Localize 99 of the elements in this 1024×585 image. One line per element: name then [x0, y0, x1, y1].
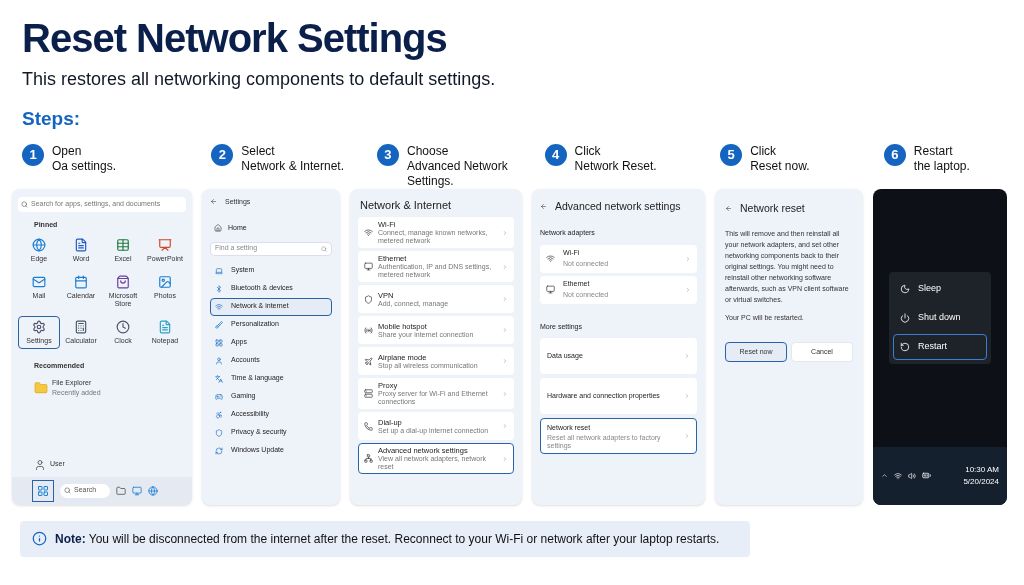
windows-icon	[37, 484, 49, 497]
step-text: Oa settings.	[52, 158, 117, 174]
step-text: Network Reset.	[574, 158, 657, 174]
chevron-icon	[685, 255, 691, 262]
power-option[interactable]: Shut down	[893, 304, 987, 331]
setting-icon	[364, 356, 373, 366]
chevron-icon	[502, 423, 508, 429]
adapter-icon	[546, 285, 555, 295]
nav-icon	[215, 410, 223, 419]
step-text: Network & Internet.	[241, 158, 345, 174]
step-text: Settings.	[407, 173, 455, 189]
app-icon	[32, 238, 46, 252]
info-icon	[32, 531, 47, 546]
setting-icon	[364, 228, 373, 237]
power-option[interactable]: Restart	[893, 333, 987, 360]
power-option[interactable]: Sleep	[893, 275, 987, 302]
folder-icon	[34, 381, 48, 395]
speaker-icon[interactable]	[908, 471, 916, 480]
taskbar-app-icon[interactable]	[116, 485, 126, 496]
step-number: 1	[22, 143, 44, 166]
app-icon	[158, 238, 172, 252]
chevron-icon	[502, 296, 508, 302]
power-option-icon	[900, 341, 910, 352]
app-icon	[74, 275, 88, 289]
step-text: Click	[750, 143, 778, 159]
back-icon[interactable]	[210, 198, 217, 206]
back-icon[interactable]	[725, 204, 732, 212]
app-icon	[158, 320, 172, 334]
app-icon	[74, 320, 88, 334]
chevron-icon	[685, 286, 691, 293]
search-icon	[321, 245, 327, 252]
step-text: Open	[52, 143, 83, 159]
nav-icon	[215, 338, 223, 347]
chevron-icon	[502, 358, 508, 364]
setting-icon	[364, 389, 373, 398]
nav-icon	[215, 266, 223, 275]
page-heading: Network & Internet	[360, 197, 453, 213]
nav-icon	[215, 302, 223, 311]
step-text: Reset now.	[750, 158, 810, 174]
step-text: the laptop.	[913, 158, 970, 174]
nav-icon	[215, 446, 223, 455]
power-option-icon	[900, 283, 910, 294]
app-icon	[74, 238, 88, 252]
taskbar-app-icon[interactable]	[148, 485, 158, 496]
chevron-icon	[502, 327, 508, 333]
chevron-icon	[684, 353, 690, 360]
nav-icon	[215, 284, 223, 293]
step-text: Choose	[407, 143, 450, 159]
step-text: Restart	[913, 143, 954, 159]
app-icon	[116, 320, 130, 334]
clock-time: 10:30 AM	[965, 463, 999, 476]
setting-icon	[364, 294, 373, 304]
chevron-icon	[684, 393, 690, 400]
step-text: Advanced Network	[407, 158, 508, 174]
chevron-icon	[684, 433, 690, 440]
clock-date: 5/20/2024	[963, 475, 999, 488]
home-icon	[214, 224, 222, 233]
power-option-icon	[900, 312, 910, 323]
adapter-icon	[546, 254, 555, 264]
chevron-icon	[502, 390, 508, 397]
nav-icon	[215, 428, 223, 437]
page-heading: Advanced network settings	[555, 198, 681, 214]
setting-icon	[364, 421, 373, 431]
step-number: 5	[720, 143, 743, 166]
step-text: Select	[241, 143, 276, 159]
back-icon[interactable]	[540, 202, 547, 210]
setting-icon	[364, 325, 373, 335]
step-number: 4	[544, 143, 567, 166]
taskbar-app-icon[interactable]	[132, 485, 142, 496]
nav-icon	[215, 392, 223, 401]
setting-icon	[364, 262, 373, 271]
app-icon	[32, 320, 46, 334]
nav-icon	[215, 356, 223, 365]
wifi-icon[interactable]	[894, 471, 902, 480]
setting-icon	[364, 454, 373, 463]
step-text: Click	[574, 143, 602, 159]
search-icon	[64, 487, 71, 494]
step-number: 3	[377, 143, 399, 166]
nav-icon	[215, 320, 223, 329]
user-avatar-icon	[34, 458, 46, 471]
page-subtitle: This restores all networking components to default settings.	[22, 68, 497, 91]
page-heading: Network reset	[740, 200, 805, 216]
chevron-up-icon[interactable]	[881, 472, 888, 479]
page-title: Reset Network Settings	[22, 15, 448, 62]
start-button[interactable]	[32, 479, 54, 502]
app-icon	[116, 275, 130, 289]
note-text: Note: You will be disconnected from the internet after the reset. Reconnect to your Wi-Fi or network after your laptop restarts.	[55, 530, 720, 548]
battery-icon[interactable]	[922, 471, 931, 480]
chevron-icon	[502, 229, 508, 236]
search-icon	[21, 200, 28, 208]
app-icon	[32, 275, 46, 289]
steps-heading: Steps:	[22, 107, 82, 131]
chevron-icon	[502, 455, 508, 462]
step-number: 2	[211, 143, 234, 166]
nav-icon	[215, 374, 223, 383]
chevron-icon	[502, 263, 508, 270]
step-number: 6	[883, 143, 906, 166]
app-icon	[158, 275, 172, 289]
app-icon	[116, 238, 130, 252]
